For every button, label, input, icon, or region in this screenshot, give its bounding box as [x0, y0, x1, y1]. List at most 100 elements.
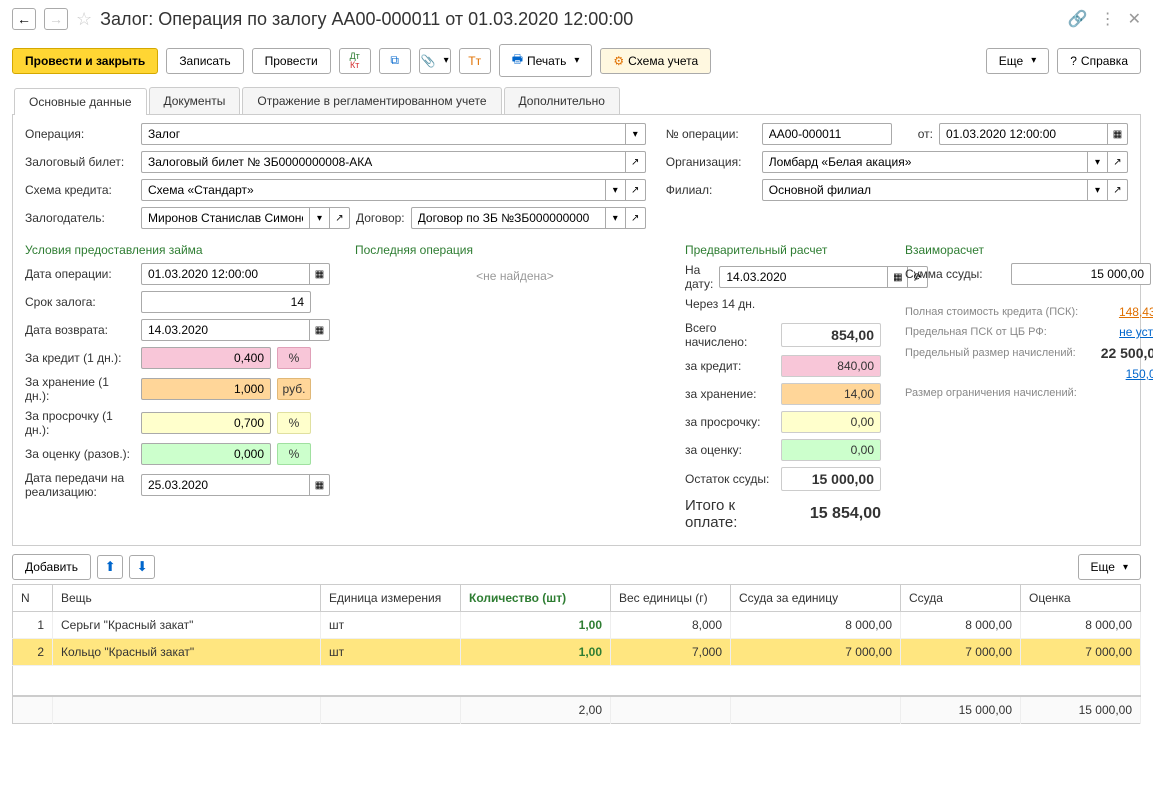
psklimit-value[interactable]: не устано… — [1119, 325, 1153, 339]
structure-button[interactable]: ⧉ — [379, 48, 411, 74]
forward-button[interactable]: → — [44, 8, 68, 30]
dropdown-icon[interactable]: ▾ — [1088, 151, 1108, 173]
dtkt-button[interactable]: ДтКт — [339, 48, 371, 74]
open-icon[interactable]: ↗ — [1108, 151, 1128, 173]
pc-eval-value: 0,00 — [781, 439, 881, 461]
opdate-input[interactable] — [939, 123, 1108, 145]
opnum-input[interactable] — [762, 123, 892, 145]
psk-value[interactable]: 148,433 — [1119, 305, 1153, 319]
help-button[interactable]: ? Справка — [1057, 48, 1141, 74]
tab-extra[interactable]: Дополнительно — [504, 87, 620, 114]
psklimit-label: Предельная ПСК от ЦБ РФ: — [905, 326, 1113, 338]
dropdown-icon[interactable]: ▾ — [606, 207, 626, 229]
foreval-label: За оценку (разов.): — [25, 447, 135, 461]
contract-input[interactable] — [411, 207, 606, 229]
open-icon[interactable]: ↗ — [1108, 179, 1128, 201]
limitlink-value[interactable]: 150,00 — [1126, 367, 1153, 381]
dateop-input[interactable] — [141, 263, 310, 285]
col-n[interactable]: N — [13, 585, 53, 612]
dropdown-icon[interactable]: ▾ — [310, 207, 330, 229]
save-button[interactable]: Записать — [166, 48, 243, 74]
operation-input[interactable] — [141, 123, 626, 145]
col-qty[interactable]: Количество (шт) — [461, 585, 611, 612]
pc-eval-label: за оценку: — [685, 443, 775, 457]
loansum-input[interactable] — [1011, 263, 1151, 285]
col-loan[interactable]: Ссуда — [901, 585, 1021, 612]
col-loanunit[interactable]: Ссуда за единицу — [731, 585, 901, 612]
not-found-text: <не найдена> — [355, 263, 675, 289]
from-label: от: — [918, 127, 933, 141]
attach-button[interactable]: 📎 — [419, 48, 451, 74]
table-row[interactable]: 2 Кольцо "Красный закат" шт 1,00 7,000 7… — [13, 639, 1141, 666]
term-label: Срок залога: — [25, 295, 135, 309]
print-button[interactable]: 🖶 Печать — [499, 44, 593, 77]
calendar-icon[interactable]: ▦ — [310, 474, 330, 496]
open-icon[interactable]: ↗ — [626, 179, 646, 201]
saledate-input[interactable] — [141, 474, 310, 496]
loansum-label: Сумма ссуды: — [905, 267, 1005, 281]
pct-unit: % — [277, 443, 311, 465]
star-icon[interactable]: ☆ — [76, 9, 92, 30]
link-icon[interactable]: 🔗 — [1068, 9, 1088, 29]
branch-input[interactable] — [762, 179, 1088, 201]
tab-main[interactable]: Основные данные — [14, 88, 147, 115]
psk-label: Полная стоимость кредита (ПСК): — [905, 306, 1113, 318]
org-input[interactable] — [762, 151, 1088, 173]
forstorage-label: За хранение (1 дн.): — [25, 375, 135, 403]
movedown-button[interactable]: ⬇ — [129, 555, 155, 579]
more-button[interactable]: Еще — [986, 48, 1049, 74]
return-input[interactable] — [141, 319, 310, 341]
moveup-button[interactable]: ⬆ — [97, 555, 123, 579]
calendar-icon[interactable]: ▦ — [310, 319, 330, 341]
org-label: Организация: — [666, 155, 756, 169]
ondate-input[interactable] — [719, 266, 888, 288]
scheme-button[interactable]: ⚙ Схема учета — [600, 48, 711, 74]
add-button[interactable]: Добавить — [12, 554, 91, 580]
close-icon[interactable]: ✕ — [1128, 9, 1141, 29]
dropdown-icon[interactable]: ▾ — [1088, 179, 1108, 201]
col-item[interactable]: Вещь — [53, 585, 321, 612]
table-row[interactable]: 1 Серьги "Красный закат" шт 1,00 8,000 8… — [13, 612, 1141, 639]
foreval-input[interactable] — [141, 443, 271, 465]
term-input[interactable] — [141, 291, 311, 313]
post-button[interactable]: Провести — [252, 48, 331, 74]
total-accrued-label: Всего начислено: — [685, 321, 775, 349]
opnum-label: № операции: — [666, 127, 756, 141]
post-close-button[interactable]: Провести и закрыть — [12, 48, 158, 74]
operation-label: Операция: — [25, 127, 135, 141]
ticket-input[interactable] — [141, 151, 626, 173]
scheme-input[interactable] — [141, 179, 606, 201]
forcredit-input[interactable] — [141, 347, 271, 369]
tab-docs[interactable]: Документы — [149, 87, 241, 114]
open-icon[interactable]: ↗ — [626, 207, 646, 229]
pc-storage-label: за хранение: — [685, 387, 775, 401]
open-icon[interactable]: ↗ — [330, 207, 350, 229]
open-icon[interactable]: ↗ — [626, 151, 646, 173]
col-unit[interactable]: Единица измерения — [321, 585, 461, 612]
back-button[interactable]: ← — [12, 8, 36, 30]
col-eval[interactable]: Оценка — [1021, 585, 1141, 612]
pledger-input[interactable] — [141, 207, 310, 229]
dropdown-icon[interactable]: ▾ — [606, 179, 626, 201]
restrict-label: Размер ограничения начислений: — [905, 387, 1153, 399]
forstorage-input[interactable] — [141, 378, 271, 400]
table-more-button[interactable]: Еще — [1078, 554, 1141, 580]
items-table: N Вещь Единица измерения Количество (шт)… — [12, 584, 1141, 724]
totalpay-value: 15 854,00 — [781, 505, 881, 523]
tt-button[interactable]: Тт — [459, 48, 491, 74]
calendar-icon[interactable]: ▦ — [310, 263, 330, 285]
saledate-label: Дата передачи на реализацию: — [25, 471, 135, 499]
contract-label: Договор: — [356, 211, 405, 225]
foroverdue-input[interactable] — [141, 412, 271, 434]
dateop-label: Дата операции: — [25, 267, 135, 281]
remain-value: 15 000,00 — [781, 467, 881, 491]
tab-reg[interactable]: Отражение в регламентированном учете — [242, 87, 501, 114]
totalpay-label: Итого к оплате: — [685, 497, 775, 531]
calendar-icon[interactable]: ▦ — [1108, 123, 1128, 145]
after-days-text: Через 14 дн. — [685, 297, 895, 311]
settlement-title: Взаиморасчет — [905, 243, 1153, 257]
kebab-icon[interactable]: ⋮ — [1100, 9, 1116, 29]
table-footer: 2,00 15 000,00 15 000,00 — [13, 696, 1141, 724]
col-weight[interactable]: Вес единицы (г) — [611, 585, 731, 612]
dropdown-icon[interactable]: ▾ — [626, 123, 646, 145]
